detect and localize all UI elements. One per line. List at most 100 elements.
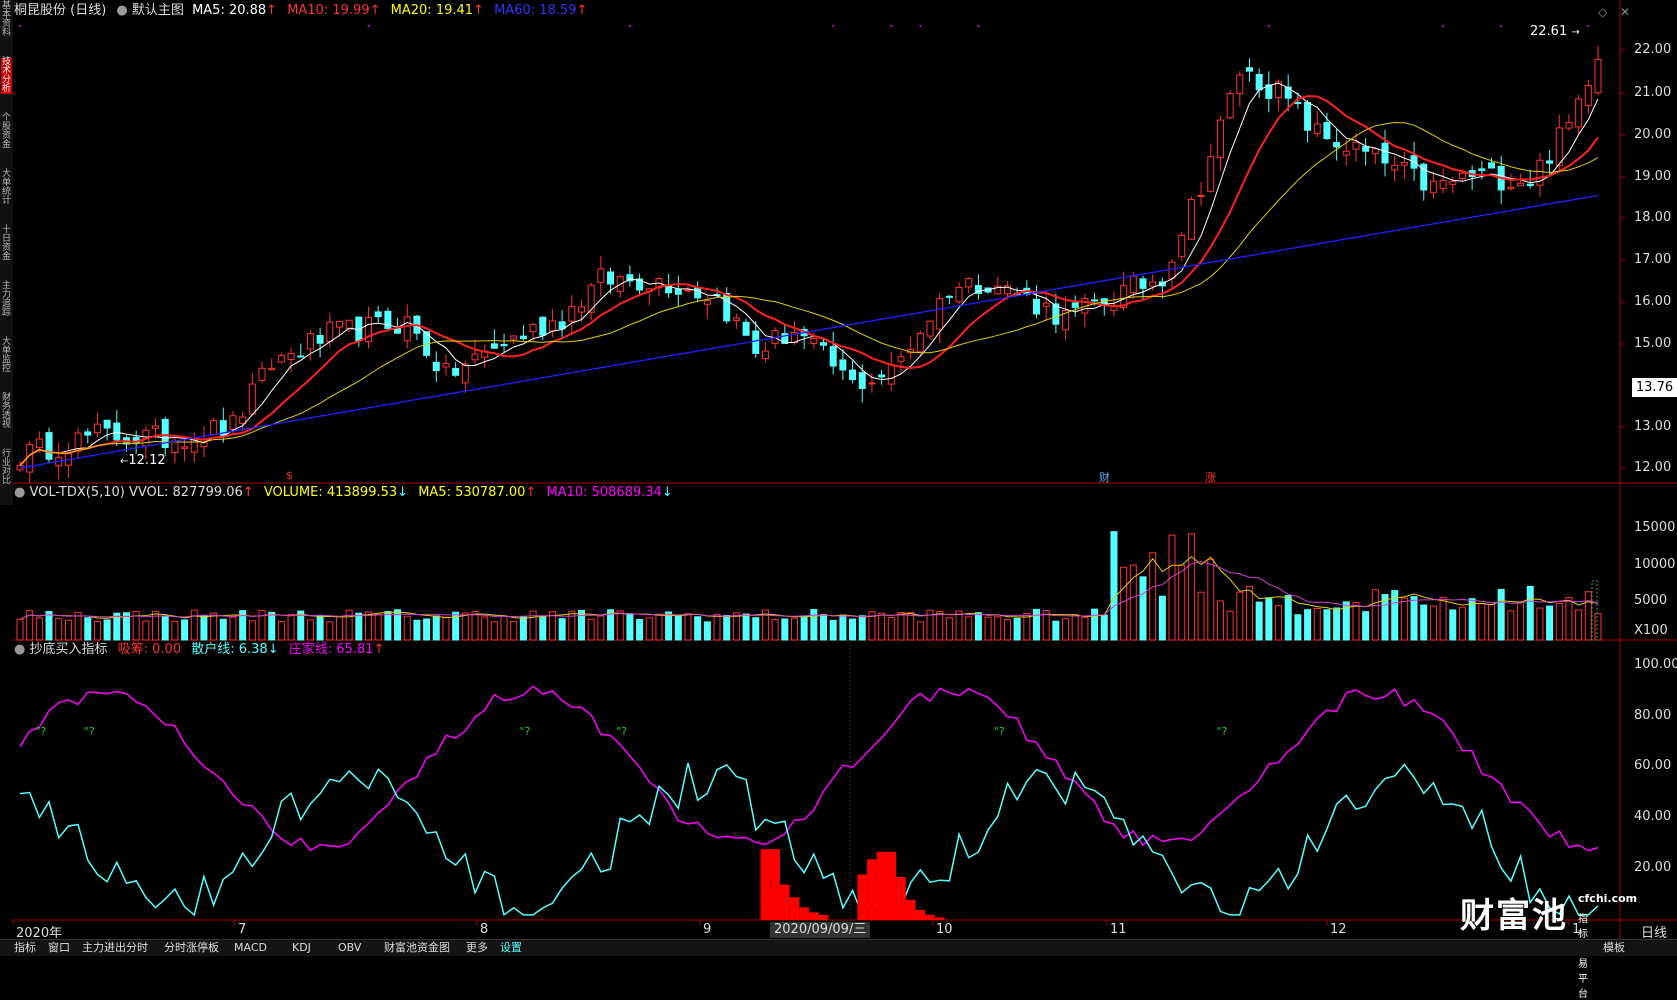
candle-body (93, 423, 101, 434)
finance-marker[interactable]: 财 (1099, 469, 1110, 485)
signal-dot (832, 25, 835, 27)
volume-bar (1110, 531, 1118, 641)
volume-bar (665, 611, 673, 641)
candle-body (587, 284, 595, 313)
candle-body (384, 310, 392, 329)
indicator-axis-label: 60.00 (1634, 758, 1672, 773)
xichou-bar (915, 909, 926, 920)
bottom-tab[interactable]: OBV (338, 941, 361, 955)
xichou-bar (886, 851, 897, 920)
settings-circle-icon[interactable]: ● (14, 485, 25, 500)
stock-title: 桐昆股份 (日线) (14, 3, 107, 18)
candle-body (1323, 122, 1331, 140)
volume-bar (181, 619, 189, 641)
diamond-icon[interactable]: ◇ (1598, 5, 1607, 19)
volume-bar (1255, 601, 1263, 641)
candle-body (694, 287, 702, 299)
volume-axis-label: 15000 (1634, 520, 1676, 535)
chart-background (13, 0, 1677, 939)
candle-body (1226, 93, 1234, 119)
candle-body (1381, 142, 1389, 164)
x-axis-label: 7 (238, 922, 247, 937)
candle-body (1129, 275, 1137, 294)
sidebar-tab[interactable]: 行业对比 (1, 450, 12, 486)
candle-body (490, 343, 498, 349)
candle-body (1546, 160, 1554, 164)
candle-body (703, 299, 711, 305)
candle-body (1362, 146, 1370, 152)
sidebar-tab[interactable]: 主力追踪 (1, 282, 12, 318)
volume-bar (1052, 620, 1060, 641)
volume-bar (1333, 607, 1341, 641)
bottom-tab[interactable]: 分时涨停板 (164, 941, 219, 955)
sidebar-tab[interactable]: 个股资金 (1, 114, 12, 150)
candle-body (113, 422, 121, 441)
bottom-tab[interactable]: MACD (234, 941, 267, 955)
candle-body (1333, 142, 1341, 148)
chart-canvas[interactable]: "? "? "? "? "? "? (0, 0, 1677, 955)
candle-body (1458, 172, 1466, 180)
bottom-tab[interactable]: 财富池资金图 (384, 941, 450, 955)
signal-dot (977, 25, 980, 27)
xichou-bar (867, 859, 877, 920)
signal-dot (1500, 25, 1503, 27)
bottom-tab[interactable]: 设置 (500, 941, 522, 955)
candle-body (45, 432, 53, 460)
bottom-tab[interactable]: 窗口 (48, 941, 70, 955)
volume-bar (577, 609, 585, 641)
xichou-value: 吸筹: 0.00 (117, 642, 182, 657)
volume-bar (1546, 605, 1554, 641)
candle-body (335, 320, 343, 328)
bottom-tab[interactable]: KDJ (292, 941, 311, 955)
candle-body (1526, 183, 1534, 187)
xichou-bar (789, 897, 800, 920)
event-marker[interactable]: $ (286, 469, 293, 482)
candle-body (403, 316, 411, 342)
candle-body (936, 298, 944, 330)
bottom-tab[interactable]: 主力进出分时 (82, 941, 148, 955)
template-name[interactable]: 默认主图 (132, 3, 184, 18)
vol-ma10-value: MA10: 508689.34 (546, 485, 662, 500)
volume-axis-label: X100 (1634, 623, 1668, 638)
candle-body (152, 425, 160, 429)
up-arrow-icon: ↑ (373, 642, 385, 657)
sidebar-tab[interactable]: 大单统计 (1, 170, 12, 206)
volume-bar (1091, 608, 1099, 641)
buy-signal-label: "? (35, 725, 46, 738)
up-arrow-icon: ↑ (525, 485, 537, 500)
volume-bar (1139, 576, 1147, 641)
candle-body (742, 321, 750, 336)
sidebar-tab[interactable]: 大单监控 (1, 338, 12, 374)
price-axis-label: 12.00 (1634, 460, 1672, 475)
candle-body (510, 335, 518, 340)
bottom-tab[interactable]: 指标 (14, 941, 36, 955)
volume-bar (974, 612, 982, 641)
indicator-name: 抄底买入指标 (29, 642, 108, 657)
candle-body (916, 332, 924, 353)
candle-body (810, 337, 818, 344)
candle-body (674, 288, 682, 295)
candle-body (1294, 102, 1302, 105)
sidebar-tab[interactable]: 技术分析 (1, 58, 12, 94)
volume-bar (1265, 597, 1273, 641)
volume-bar (355, 612, 363, 641)
limit-up-marker[interactable]: 涨 (1205, 469, 1216, 485)
candle-body (1091, 299, 1099, 302)
candle-body (1371, 148, 1379, 155)
candle-body (955, 286, 963, 303)
sidebar-tab[interactable]: 十日资金 (1, 226, 12, 262)
settings-circle-icon[interactable]: ● (116, 3, 127, 18)
logo-text: 财富池 (1460, 896, 1568, 936)
candle-body (1565, 122, 1573, 129)
x-axis-label: 9 (703, 922, 712, 937)
close-icon[interactable]: ✕ (1620, 5, 1630, 19)
signal-dot (19, 25, 21, 27)
sidebar-tab[interactable]: 基本资料 (1, 2, 12, 38)
bottom-tab[interactable]: 更多 (466, 941, 488, 955)
template-button[interactable]: 模板 (1603, 941, 1625, 955)
sidebar-tab[interactable]: 财务透视 (1, 394, 12, 430)
settings-circle-icon[interactable]: ● (14, 642, 25, 657)
x-axis-label: 11 (1110, 922, 1127, 937)
candle-body (607, 271, 615, 285)
price-axis-label: 18.00 (1634, 210, 1672, 225)
